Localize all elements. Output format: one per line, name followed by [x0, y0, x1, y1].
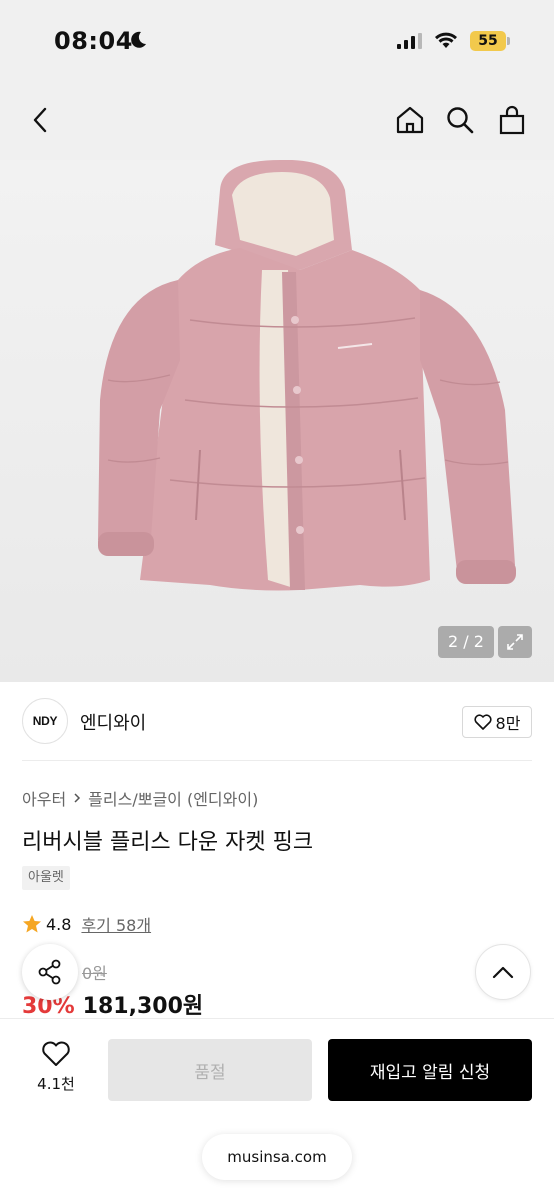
heart-icon: [474, 714, 492, 730]
chevron-up-icon: [492, 966, 514, 979]
restock-alert-button[interactable]: 재입고 알림 신청: [328, 1039, 532, 1101]
jacket-illustration: [98, 160, 516, 591]
status-bar: 08:04 55: [0, 0, 554, 80]
status-time: 08:04: [54, 27, 133, 55]
brand-like-button[interactable]: 8만: [462, 706, 532, 738]
moon-icon: [131, 31, 146, 48]
heart-icon: [42, 1041, 70, 1066]
review-link[interactable]: 후기 58개: [81, 912, 151, 936]
scroll-top-button[interactable]: [475, 944, 531, 1000]
wish-count: 4.1천: [37, 1075, 75, 1093]
brand-name[interactable]: 엔디와이: [80, 709, 146, 735]
breadcrumb-item-outer[interactable]: 아우터: [22, 786, 66, 810]
back-button[interactable]: [20, 100, 60, 140]
soldout-button: 품절: [108, 1039, 312, 1101]
home-icon: [396, 106, 424, 134]
share-icon: [38, 959, 61, 985]
product-image[interactable]: [0, 160, 554, 682]
chevron-right-icon: [74, 793, 81, 803]
rating-score: 4.8: [46, 914, 72, 934]
expand-icon: [507, 634, 523, 650]
brand-like-count: 8만: [495, 714, 521, 733]
outlet-tag: 아울렛: [22, 866, 70, 890]
back-icon: [33, 107, 47, 133]
image-counter: 2 / 2: [438, 626, 494, 658]
divider: [22, 760, 532, 761]
original-price: 0원: [82, 964, 107, 983]
share-button[interactable]: [22, 944, 78, 1000]
breadcrumb: 아우터 플리스/뽀글이 (엔디와이): [22, 786, 258, 810]
battery-level: 55: [470, 31, 506, 51]
signal-icon: [397, 33, 422, 49]
star-icon: [23, 915, 41, 933]
cart-icon: [499, 105, 525, 135]
wish-button[interactable]: 4.1천: [22, 1040, 90, 1094]
rating: 4.8 후기 58개: [22, 912, 151, 936]
breadcrumb-item-fleece[interactable]: 플리스/뽀글이 (엔디와이): [88, 786, 258, 810]
search-icon: [447, 107, 474, 134]
cart-button[interactable]: [492, 100, 532, 140]
sale-price: 181,300원: [82, 994, 204, 1019]
brand-logo[interactable]: NDY: [22, 698, 68, 744]
battery-cap: [507, 37, 510, 45]
expand-image-button[interactable]: [498, 626, 532, 658]
nav-header: [0, 80, 554, 160]
home-button[interactable]: [390, 100, 430, 140]
wifi-icon: [435, 32, 457, 48]
search-button[interactable]: [440, 100, 480, 140]
browser-url-bar[interactable]: musinsa.com: [202, 1134, 352, 1180]
product-title: 리버시블 플리스 다운 자켓 핑크: [22, 830, 314, 855]
